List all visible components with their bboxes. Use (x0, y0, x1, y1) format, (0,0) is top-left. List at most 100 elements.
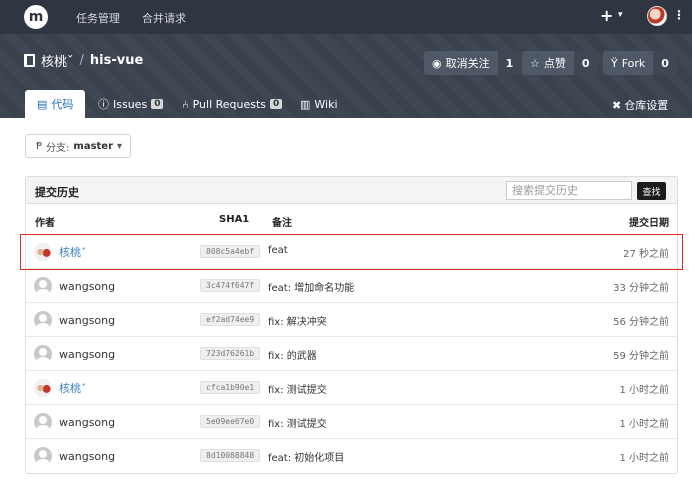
col-sha: SHA1 (219, 214, 250, 225)
fork-count[interactable]: 0 (653, 51, 677, 75)
nav-link-tasks[interactable]: 任务管理 (76, 10, 120, 26)
commit-author[interactable]: wangsong (59, 348, 115, 361)
commit-date: 56 分钟之前 (613, 317, 669, 328)
repo-title: 核桃ˇ / his-vue (24, 51, 143, 70)
commit-sha-link[interactable]: 808c5a4ebf (200, 245, 261, 258)
top-nav: m 任务管理 合并请求 + ▾ ⋮ (0, 0, 692, 34)
commit-message: fix: 测试提交 (268, 385, 327, 396)
table-row[interactable]: wangsong 8d10088848 feat: 初始化项目 1 小时之前 (26, 439, 677, 473)
eye-icon: ◉ (432, 56, 442, 70)
kebab-menu-icon[interactable]: ⋮ (673, 8, 685, 22)
wiki-icon: ▥ (300, 97, 311, 111)
commit-message: fix: 测试提交 (268, 419, 327, 430)
col-message: 备注 (272, 218, 292, 229)
avatar (34, 447, 52, 465)
unwatch-label: 取消关注 (445, 57, 490, 70)
fork-label: Fork (621, 56, 646, 70)
table-header: 作者 SHA1 备注 提交日期 (26, 204, 677, 235)
user-avatar[interactable] (647, 6, 667, 26)
issue-icon: ⓘ (98, 98, 109, 111)
commit-date: 33 分钟之前 (613, 283, 669, 294)
commit-author[interactable]: wangsong (59, 450, 115, 463)
commit-date: 1 小时之前 (619, 419, 669, 430)
tab-pull-requests-label: Pull Requests (192, 97, 267, 111)
table-row[interactable]: wangsong 3c474f647f feat: 增加命名功能 33 分钟之前 (26, 269, 677, 303)
commit-author[interactable]: wangsong (59, 280, 115, 293)
table-row[interactable]: 核桃ˇ 808c5a4ebf feat 27 秒之前 (20, 234, 683, 270)
settings-label: 仓库设置 (624, 99, 669, 112)
commit-search-button[interactable]: 查找 (637, 182, 666, 200)
col-author: 作者 (35, 218, 55, 229)
avatar (34, 379, 52, 397)
commit-date: 1 小时之前 (619, 453, 669, 464)
branch-icon: Ᵽ (36, 140, 43, 152)
commit-author[interactable]: wangsong (59, 416, 115, 429)
commit-message: fix: 的武器 (268, 351, 317, 362)
commit-sha-link[interactable]: cfca1b90e1 (200, 381, 261, 394)
plus-icon[interactable]: + (600, 6, 613, 25)
star-icon: ☆ (530, 56, 540, 70)
avatar (34, 243, 52, 261)
commit-search-input[interactable] (506, 181, 632, 200)
book-icon (24, 54, 35, 67)
branch-dropdown[interactable]: Ᵽ 分支: master ▾ (25, 134, 131, 158)
pull-request-icon: ⑃ (182, 97, 189, 111)
avatar (34, 345, 52, 363)
nav-link-merge-requests[interactable]: 合并请求 (142, 10, 186, 26)
table-row[interactable]: 核桃ˇ cfca1b90e1 fix: 测试提交 1 小时之前 (26, 371, 677, 405)
file-icon: ▤ (37, 97, 48, 111)
table-row[interactable]: wangsong ef2ad74ee9 fix: 解决冲突 56 分钟之前 (26, 303, 677, 337)
unwatch-button[interactable]: ◉ 取消关注 1 (424, 51, 522, 75)
issues-count-badge: 0 (151, 99, 164, 109)
repo-name-link[interactable]: his-vue (90, 53, 143, 68)
commit-author-link[interactable]: 核桃ˇ (59, 380, 87, 396)
repo-header: 核桃ˇ / his-vue ◉ 取消关注 1 ☆ 点赞 0 Ÿ Fork 0 ▤ 代码… (0, 34, 692, 118)
commit-date: 59 分钟之前 (613, 351, 669, 362)
table-row[interactable]: wangsong 5e09ee67e0 fix: 测试提交 1 小时之前 (26, 405, 677, 439)
commit-sha-link[interactable]: 5e09ee67e0 (200, 415, 261, 428)
commit-message: feat (268, 245, 288, 256)
tab-code[interactable]: ▤ 代码 (25, 90, 86, 118)
tab-wiki-label: Wiki (314, 97, 338, 111)
tab-code-label: 代码 (51, 98, 74, 111)
repo-separator: / (79, 53, 84, 68)
fork-icon: Ÿ (611, 56, 618, 70)
commit-author-link[interactable]: 核桃ˇ (59, 244, 87, 260)
logo-icon[interactable]: m (24, 5, 48, 29)
commit-message: feat: 增加命名功能 (268, 283, 355, 294)
chevron-down-icon: ▾ (117, 140, 123, 152)
commit-message: feat: 初始化项目 (268, 453, 345, 464)
commit-sha-link[interactable]: 3c474f647f (200, 279, 261, 292)
panel-title: 提交历史 (35, 186, 79, 199)
fork-button[interactable]: Ÿ Fork 0 (603, 51, 677, 75)
commit-sha-link[interactable]: ef2ad74ee9 (200, 313, 261, 326)
panel-header: 提交历史 查找 (26, 177, 677, 204)
branch-prefix: 分支: (46, 142, 70, 154)
commit-message: fix: 解决冲突 (268, 317, 327, 328)
col-date: 提交日期 (629, 218, 669, 229)
wrench-icon: ✖ (612, 98, 622, 112)
table-row[interactable]: wangsong 723d76261b fix: 的武器 59 分钟之前 (26, 337, 677, 371)
star-label: 点赞 (543, 57, 566, 70)
repo-settings-link[interactable]: ✖ 仓库设置 (612, 97, 668, 113)
avatar (34, 311, 52, 329)
avatar (34, 413, 52, 431)
chevron-down-icon[interactable]: ▾ (618, 10, 623, 20)
star-count[interactable]: 0 (573, 51, 598, 75)
commit-date: 27 秒之前 (623, 249, 669, 260)
tab-issues[interactable]: ⓘ Issues 0 (86, 90, 175, 118)
unwatch-count[interactable]: 1 (497, 51, 522, 75)
branch-name: master (73, 140, 114, 152)
repo-owner-link[interactable]: 核桃ˇ (41, 51, 74, 70)
commit-history-panel: 提交历史 查找 作者 SHA1 备注 提交日期 核桃ˇ 808c5a4ebf f… (20, 176, 683, 474)
avatar (34, 277, 52, 295)
tab-pull-requests[interactable]: ⑃ Pull Requests 0 (170, 90, 294, 118)
tab-issues-label: Issues (113, 97, 148, 111)
commit-date: 1 小时之前 (619, 385, 669, 396)
tab-wiki[interactable]: ▥ Wiki (288, 90, 350, 118)
commit-sha-link[interactable]: 723d76261b (200, 347, 261, 360)
pull-requests-count-badge: 0 (270, 99, 283, 109)
commit-sha-link[interactable]: 8d10088848 (200, 449, 261, 462)
commit-author[interactable]: wangsong (59, 314, 115, 327)
star-button[interactable]: ☆ 点赞 0 (522, 51, 598, 75)
